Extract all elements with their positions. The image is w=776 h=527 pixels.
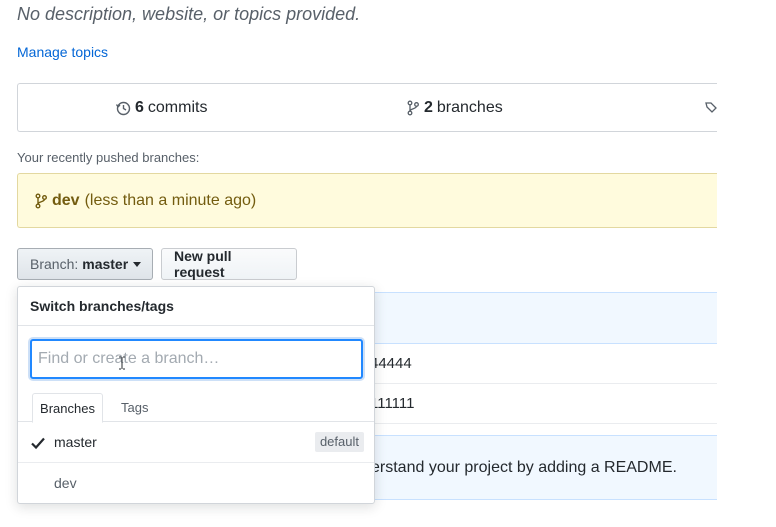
- tags-link[interactable]: [704, 84, 718, 131]
- file-row[interactable]: 44444: [370, 344, 717, 384]
- file-row-text: 111111: [370, 395, 415, 412]
- repo-page: No description, website, or topics provi…: [0, 0, 776, 527]
- new-pull-request-button[interactable]: New pull request: [161, 248, 297, 280]
- branch-item-master[interactable]: master default: [18, 422, 374, 463]
- commits-label: commits: [147, 99, 208, 116]
- numbers-summary: 6 commits 2 branches: [17, 83, 717, 132]
- git-branch-icon: [407, 100, 419, 115]
- latest-commit-bar: [370, 292, 717, 344]
- commits-link[interactable]: 6 commits: [115, 84, 207, 131]
- branch-prefix: Branch:: [30, 256, 79, 272]
- caret-down-icon: [133, 261, 142, 267]
- branch-select-button[interactable]: Branch: master: [17, 248, 153, 280]
- branch-dropdown: Switch branches/tags Branches Tags maste…: [17, 286, 375, 504]
- branches-link[interactable]: 2 branches: [406, 84, 503, 131]
- tab-tags[interactable]: Tags: [121, 393, 148, 422]
- recent-branch-time: (less than a minute ago): [84, 191, 257, 209]
- branches-label: branches: [436, 99, 503, 116]
- git-branch-icon: [35, 193, 47, 208]
- readme-prompt: erstand your project by adding a README.: [370, 435, 717, 500]
- manage-topics-link[interactable]: Manage topics: [17, 44, 108, 60]
- branch-filter-input[interactable]: [30, 339, 363, 379]
- branch-item-dev[interactable]: dev: [18, 463, 374, 504]
- repo-description: No description, website, or topics provi…: [17, 4, 361, 24]
- recent-branch-name[interactable]: dev: [52, 192, 80, 210]
- recent-branch-notice: dev (less than a minute ago): [17, 173, 717, 228]
- dropdown-title: Switch branches/tags: [18, 287, 374, 326]
- readme-prompt-text: erstand your project by adding a README.: [371, 459, 677, 476]
- history-icon: [115, 101, 131, 115]
- file-row[interactable]: 111111: [370, 384, 717, 424]
- file-row-text: 44444: [370, 355, 412, 372]
- branch-item-label: master: [54, 434, 97, 450]
- default-badge: default: [314, 432, 364, 452]
- recent-branches-label: Your recently pushed branches:: [17, 150, 200, 165]
- branch-item-label: dev: [54, 475, 77, 491]
- commits-count: 6: [135, 99, 144, 116]
- branches-count: 2: [424, 99, 433, 116]
- check-icon: [31, 437, 45, 450]
- dropdown-tabs: Branches Tags: [18, 393, 374, 423]
- tag-icon: [705, 101, 717, 113]
- text-cursor-icon: [119, 356, 125, 370]
- current-branch: master: [82, 256, 129, 272]
- tab-branches[interactable]: Branches: [32, 393, 103, 423]
